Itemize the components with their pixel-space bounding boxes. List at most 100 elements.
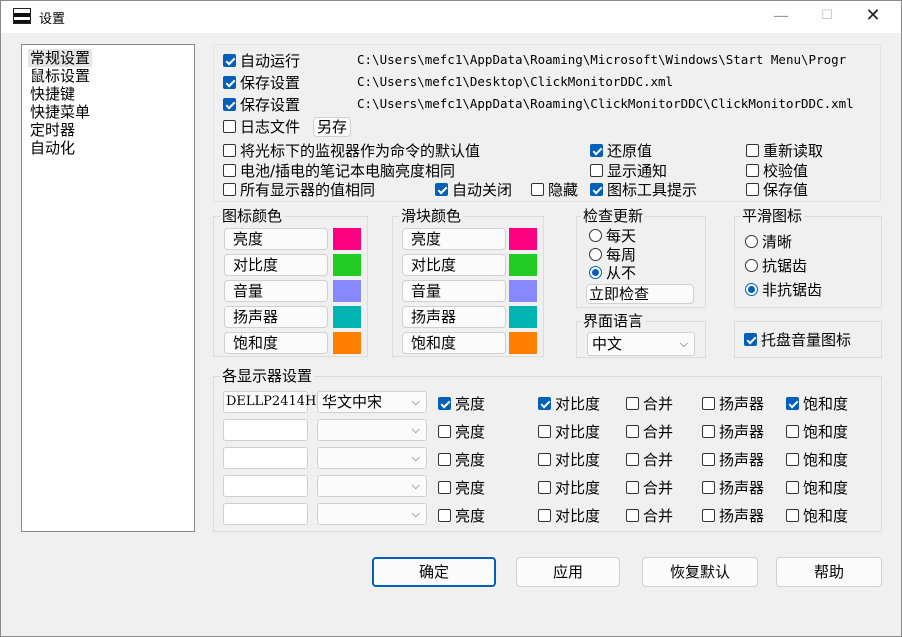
title-bar[interactable]: 设置 — ☐ ✕ [1,1,901,33]
slider-color-button-4[interactable]: 饱和度 [402,332,506,354]
ok-button[interactable]: 确定 [372,557,496,587]
update-daily-radio[interactable]: 每天 [589,226,636,246]
monitor-1-check-1[interactable]: 对比度 [538,422,600,442]
monitor-font-select-3[interactable]: ⌵ [317,475,427,497]
tray-volume-checkbox[interactable]: 托盘音量图标 [744,330,851,350]
maximize-button[interactable]: ☐ [804,1,850,33]
monitor-1-check-0[interactable]: 亮度 [438,422,485,442]
slider-color-swatch-3[interactable] [509,306,537,328]
save-settings-checkbox-1[interactable]: 保存设置 [223,73,300,93]
monitor-4-check-1[interactable]: 对比度 [538,506,600,526]
icon-color-button-2[interactable]: 音量 [224,280,328,302]
monitor-4-check-4[interactable]: 饱和度 [786,506,848,526]
icon-color-button-1[interactable]: 对比度 [224,254,328,276]
nav-item-general[interactable]: 常规设置 [28,49,93,67]
all-same-check [223,183,236,196]
close-button[interactable]: ✕ [850,1,896,33]
reread-checkbox[interactable]: 重新读取 [746,141,823,161]
monitor-2-check-0[interactable]: 亮度 [438,450,485,470]
monitor-2-check-3[interactable]: 扬声器 [702,450,764,470]
checkbox-box [538,509,551,522]
monitor-3-check-3[interactable]: 扬声器 [702,478,764,498]
slider-color-button-1[interactable]: 对比度 [402,254,506,276]
tooltip-checkbox[interactable]: 图标工具提示 [590,180,697,200]
monitor-name-field-3[interactable] [223,475,308,497]
monitor-3-check-2[interactable]: 合并 [626,478,673,498]
monitor-0-check-2[interactable]: 合并 [626,394,673,414]
icon-color-swatch-1[interactable] [333,254,361,276]
monitor-1-check-3[interactable]: 扬声器 [702,422,764,442]
apply-button[interactable]: 应用 [516,557,620,587]
icon-color-swatch-2[interactable] [333,280,361,302]
slider-color-swatch-0[interactable] [509,228,537,250]
update-weekly-radio[interactable]: 每周 [589,245,636,265]
minimize-button[interactable]: — [758,1,804,33]
autorun-checkbox[interactable]: 自动运行 [223,51,300,71]
all-same-checkbox[interactable]: 所有显示器的值相同 [223,180,375,200]
auto-close-checkbox[interactable]: 自动关闭 [435,180,512,200]
nav-item-automation[interactable]: 自动化 [28,139,77,157]
nav-item-hotkeys[interactable]: 快捷键 [28,85,77,103]
monitor-0-check-1[interactable]: 对比度 [538,394,600,414]
logfile-check [223,120,236,133]
nav-item-quick-menu[interactable]: 快捷菜单 [28,103,92,121]
slider-color-button-3[interactable]: 扬声器 [402,306,506,328]
monitor-name-field-2[interactable] [223,447,308,469]
show-notify-checkbox[interactable]: 显示通知 [590,161,667,181]
icon-color-swatch-3[interactable] [333,306,361,328]
monitor-0-check-3[interactable]: 扬声器 [702,394,764,414]
monitor-4-check-3[interactable]: 扬声器 [702,506,764,526]
monitor-3-check-0[interactable]: 亮度 [438,478,485,498]
monitor-2-check-2[interactable]: 合并 [626,450,673,470]
chevron-down-icon: ⌵ [411,451,420,464]
slider-color-button-0[interactable]: 亮度 [402,228,506,250]
monitor-2-check-4[interactable]: 饱和度 [786,450,848,470]
icon-color-swatch-0[interactable] [333,228,361,250]
monitor-font-select-2[interactable]: ⌵ [317,447,427,469]
monitor-font-select-1[interactable]: ⌵ [317,419,427,441]
monitor-name-field-1[interactable] [223,419,308,441]
monitor-1-check-4[interactable]: 饱和度 [786,422,848,442]
cursor-monitor-checkbox[interactable]: 将光标下的监视器作为命令的默认值 [223,141,480,161]
slider-color-button-2[interactable]: 音量 [402,280,506,302]
language-select[interactable]: 中文 ⌵ [587,332,695,356]
restore-checkbox[interactable]: 还原值 [590,141,652,161]
keep-values-checkbox[interactable]: 保存值 [746,180,808,200]
monitor-0-check-4[interactable]: 饱和度 [786,394,848,414]
smooth-clear-radio[interactable]: 清晰 [745,232,792,252]
checkbox-label: 对比度 [555,507,601,525]
settings-nav-list[interactable]: 常规设置 鼠标设置 快捷键 快捷菜单 定时器 自动化 [21,44,195,532]
slider-color-swatch-1[interactable] [509,254,537,276]
check-now-button[interactable]: 立即检查 [586,284,694,304]
calib-checkbox[interactable]: 校验值 [746,161,808,181]
nav-item-timer[interactable]: 定时器 [28,121,77,139]
monitor-font-select-0[interactable]: 华文中宋 ⌵ [317,391,427,413]
monitor-4-check-0[interactable]: 亮度 [438,506,485,526]
monitor-2-check-1[interactable]: 对比度 [538,450,600,470]
slider-color-swatch-4[interactable] [509,332,537,354]
icon-color-button-4[interactable]: 饱和度 [224,332,328,354]
nav-item-mouse[interactable]: 鼠标设置 [28,67,92,85]
icon-color-swatch-4[interactable] [333,332,361,354]
battery-same-checkbox[interactable]: 电池/插电的笔记本电脑亮度相同 [223,161,455,181]
save-as-button[interactable]: 另存 [313,117,351,137]
hide-checkbox[interactable]: 隐藏 [531,180,578,200]
monitor-font-select-4[interactable]: ⌵ [317,503,427,525]
update-never-radio[interactable]: 从不 [589,263,636,283]
logfile-checkbox[interactable]: 日志文件 [223,117,300,137]
monitor-4-check-2[interactable]: 合并 [626,506,673,526]
smooth-aa-radio[interactable]: 抗锯齿 [745,256,807,276]
monitor-name-field-0[interactable]: DELLP2414H [223,391,316,413]
help-button[interactable]: 帮助 [776,557,882,587]
icon-color-button-3[interactable]: 扬声器 [224,306,328,328]
monitor-3-check-1[interactable]: 对比度 [538,478,600,498]
icon-color-button-0[interactable]: 亮度 [224,228,328,250]
monitor-0-check-0[interactable]: 亮度 [438,394,485,414]
save-settings-checkbox-2[interactable]: 保存设置 [223,95,300,115]
monitor-3-check-4[interactable]: 饱和度 [786,478,848,498]
reset-defaults-button[interactable]: 恢复默认 [642,557,758,587]
slider-color-swatch-2[interactable] [509,280,537,302]
smooth-noaa-radio[interactable]: 非抗锯齿 [745,280,822,300]
monitor-name-field-4[interactable] [223,503,308,525]
monitor-1-check-2[interactable]: 合并 [626,422,673,442]
